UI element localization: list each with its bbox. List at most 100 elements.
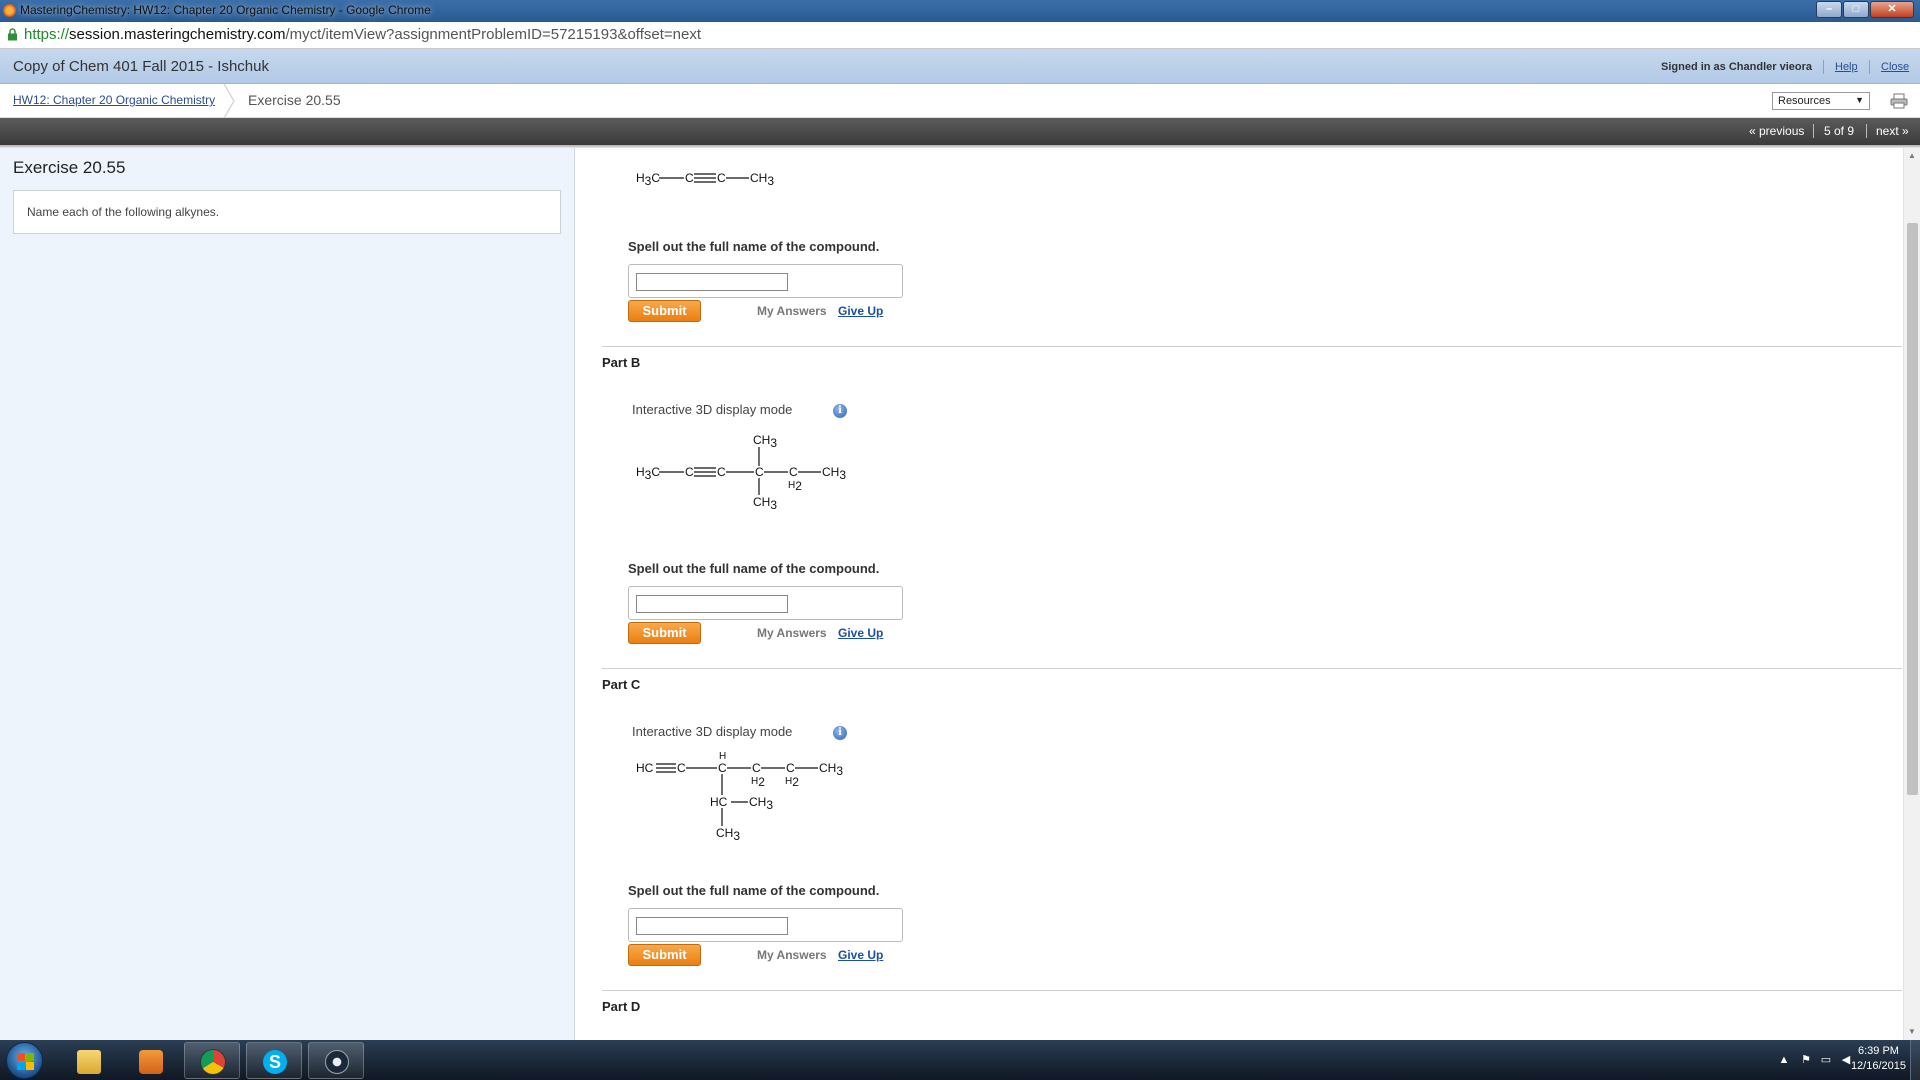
atom-h2: H2	[785, 775, 799, 789]
atom-h3c: H3C	[636, 171, 660, 188]
atom-h3c: H3C	[636, 465, 660, 482]
skype-icon: S	[263, 1050, 287, 1074]
maximize-button[interactable]: □	[1843, 1, 1869, 18]
atom-c: C	[685, 465, 694, 479]
nav-separator	[1813, 124, 1814, 138]
exercise-sidebar: Exercise 20.55 Name each of the followin…	[0, 148, 575, 1040]
url-scheme: https://	[24, 26, 70, 43]
course-header: Copy of Chem 401 Fall 2015 - Ishchuk Sig…	[0, 49, 1920, 84]
atom-ch3: CH3	[822, 465, 846, 482]
nav-separator	[1866, 124, 1867, 138]
part-a-my-answers: My Answers	[757, 304, 827, 318]
close-link[interactable]: Close	[1881, 61, 1909, 73]
atom-ch3-bottom: CH3	[753, 495, 777, 512]
part-b-display-mode[interactable]: Interactive 3D display mode	[632, 402, 792, 417]
taskbar-skype[interactable]: S	[246, 1042, 302, 1079]
atom-c-quaternary: C	[755, 465, 764, 479]
atom-ch2: C	[752, 761, 761, 775]
chrome-icon	[201, 1050, 225, 1074]
part-a-answer-input[interactable]	[636, 273, 788, 291]
taskbar-media-player[interactable]	[122, 1042, 178, 1079]
part-b-answer-box	[628, 586, 903, 620]
item-navigation-bar: « previous 5 of 9 next »	[0, 118, 1920, 145]
signed-in-label: Signed in as Chandler vieora	[1661, 61, 1812, 73]
header-separator	[1823, 60, 1824, 74]
part-c-prompt: Spell out the full name of the compound.	[628, 883, 880, 898]
next-link[interactable]: next »	[1876, 124, 1909, 138]
part-b-answer-input[interactable]	[636, 595, 788, 613]
part-c-my-answers: My Answers	[757, 948, 827, 962]
breadcrumb-assignment-link[interactable]: HW12: Chapter 20 Organic Chemistry	[13, 93, 215, 107]
tray-expand-icon[interactable]: ▲	[1778, 1054, 1790, 1066]
taskbar-file-explorer[interactable]	[60, 1042, 116, 1079]
scrollbar-thumb[interactable]	[1907, 223, 1918, 795]
breadcrumb-chevron-icon	[223, 84, 235, 118]
resources-selected: Resources	[1778, 95, 1831, 107]
part-b-prompt: Spell out the full name of the compound.	[628, 561, 880, 576]
atom-h2: H2	[788, 479, 802, 493]
window-controls: – □ ✕	[1816, 1, 1914, 18]
atom-c: C	[685, 171, 694, 185]
url-host: session.masteringchemistry.com	[69, 26, 286, 43]
atom-h2: H2	[751, 775, 765, 789]
scroll-down-icon[interactable]: ▼	[1908, 1027, 1916, 1036]
part-c-answer-box	[628, 908, 903, 942]
part-c-title: Part C	[602, 677, 641, 692]
atom-c: C	[677, 761, 686, 775]
steam-icon	[325, 1050, 349, 1074]
minimize-button[interactable]: –	[1816, 1, 1842, 18]
taskbar-clock[interactable]: 6:39 PM 12/16/2015	[1851, 1044, 1906, 1074]
info-icon[interactable]: i	[833, 726, 847, 740]
part-b-submit-button[interactable]: Submit	[628, 622, 701, 644]
resources-dropdown[interactable]: Resources ▼	[1772, 92, 1870, 110]
previous-link[interactable]: « previous	[1749, 124, 1804, 138]
part-a-give-up-link[interactable]: Give Up	[838, 304, 883, 318]
taskbar-steam[interactable]	[308, 1042, 364, 1079]
action-center-flag-icon[interactable]: ⚑	[1800, 1054, 1812, 1066]
windows-logo-icon	[17, 1053, 34, 1070]
molecule-part-a: H3C C C CH3	[636, 171, 774, 188]
part-c-submit-button[interactable]: Submit	[628, 944, 701, 966]
help-link[interactable]: Help	[1835, 61, 1858, 73]
scroll-up-icon[interactable]: ▲	[1908, 151, 1916, 160]
atom-c: C	[717, 171, 726, 185]
browser-title-bar: MasteringChemistry: HW12: Chapter 20 Org…	[0, 0, 1920, 22]
header-separator	[1869, 60, 1870, 74]
show-desktop-button[interactable]	[1910, 1040, 1920, 1080]
folder-icon	[77, 1050, 101, 1074]
part-a-submit-button[interactable]: Submit	[628, 300, 701, 322]
mastering-chemistry-icon	[3, 4, 16, 17]
exercise-title: Exercise 20.55	[13, 158, 126, 177]
atom-hc-branch: HC	[710, 795, 728, 809]
print-icon[interactable]	[1890, 93, 1908, 109]
part-b-my-answers: My Answers	[757, 626, 827, 640]
window-title: MasteringChemistry: HW12: Chapter 20 Org…	[20, 3, 431, 17]
part-c-give-up-link[interactable]: Give Up	[838, 948, 883, 962]
atom-ch: C	[718, 761, 727, 775]
clock-date: 12/16/2015	[1850, 1060, 1906, 1072]
taskbar-chrome[interactable]	[184, 1042, 240, 1079]
part-divider	[602, 668, 1902, 669]
atom-ch3-bottom: CH3	[716, 826, 740, 843]
part-c-answer-input[interactable]	[636, 917, 788, 935]
molecule-part-b: CH3 H3C C C C C H2 CH3 CH3	[636, 433, 846, 512]
part-a-answer-box	[628, 264, 903, 298]
exercise-content: H3C C C CH3 Spell out the full name of t…	[576, 148, 1903, 1040]
atom-ch3-top: CH3	[753, 433, 777, 450]
address-bar[interactable]: https://session.masteringchemistry.com/m…	[0, 22, 1920, 49]
atom-ch3: CH3	[819, 761, 843, 778]
part-c-display-mode[interactable]: Interactive 3D display mode	[632, 724, 792, 739]
info-icon[interactable]: i	[833, 404, 847, 418]
start-button[interactable]	[6, 1042, 43, 1079]
part-b-give-up-link[interactable]: Give Up	[838, 626, 883, 640]
item-position: 5 of 9	[1824, 124, 1855, 138]
network-icon[interactable]: ▭	[1820, 1054, 1832, 1066]
page-scrollbar[interactable]: ▲ ▼	[1903, 148, 1920, 1040]
part-divider	[602, 346, 1902, 347]
atom-ch3: CH3	[749, 795, 773, 812]
url-text[interactable]: https://session.masteringchemistry.com/m…	[24, 26, 701, 43]
lock-icon	[8, 28, 17, 41]
atom-hc: HC	[636, 761, 654, 775]
part-a-prompt: Spell out the full name of the compound.	[628, 239, 880, 254]
close-window-button[interactable]: ✕	[1870, 1, 1914, 18]
